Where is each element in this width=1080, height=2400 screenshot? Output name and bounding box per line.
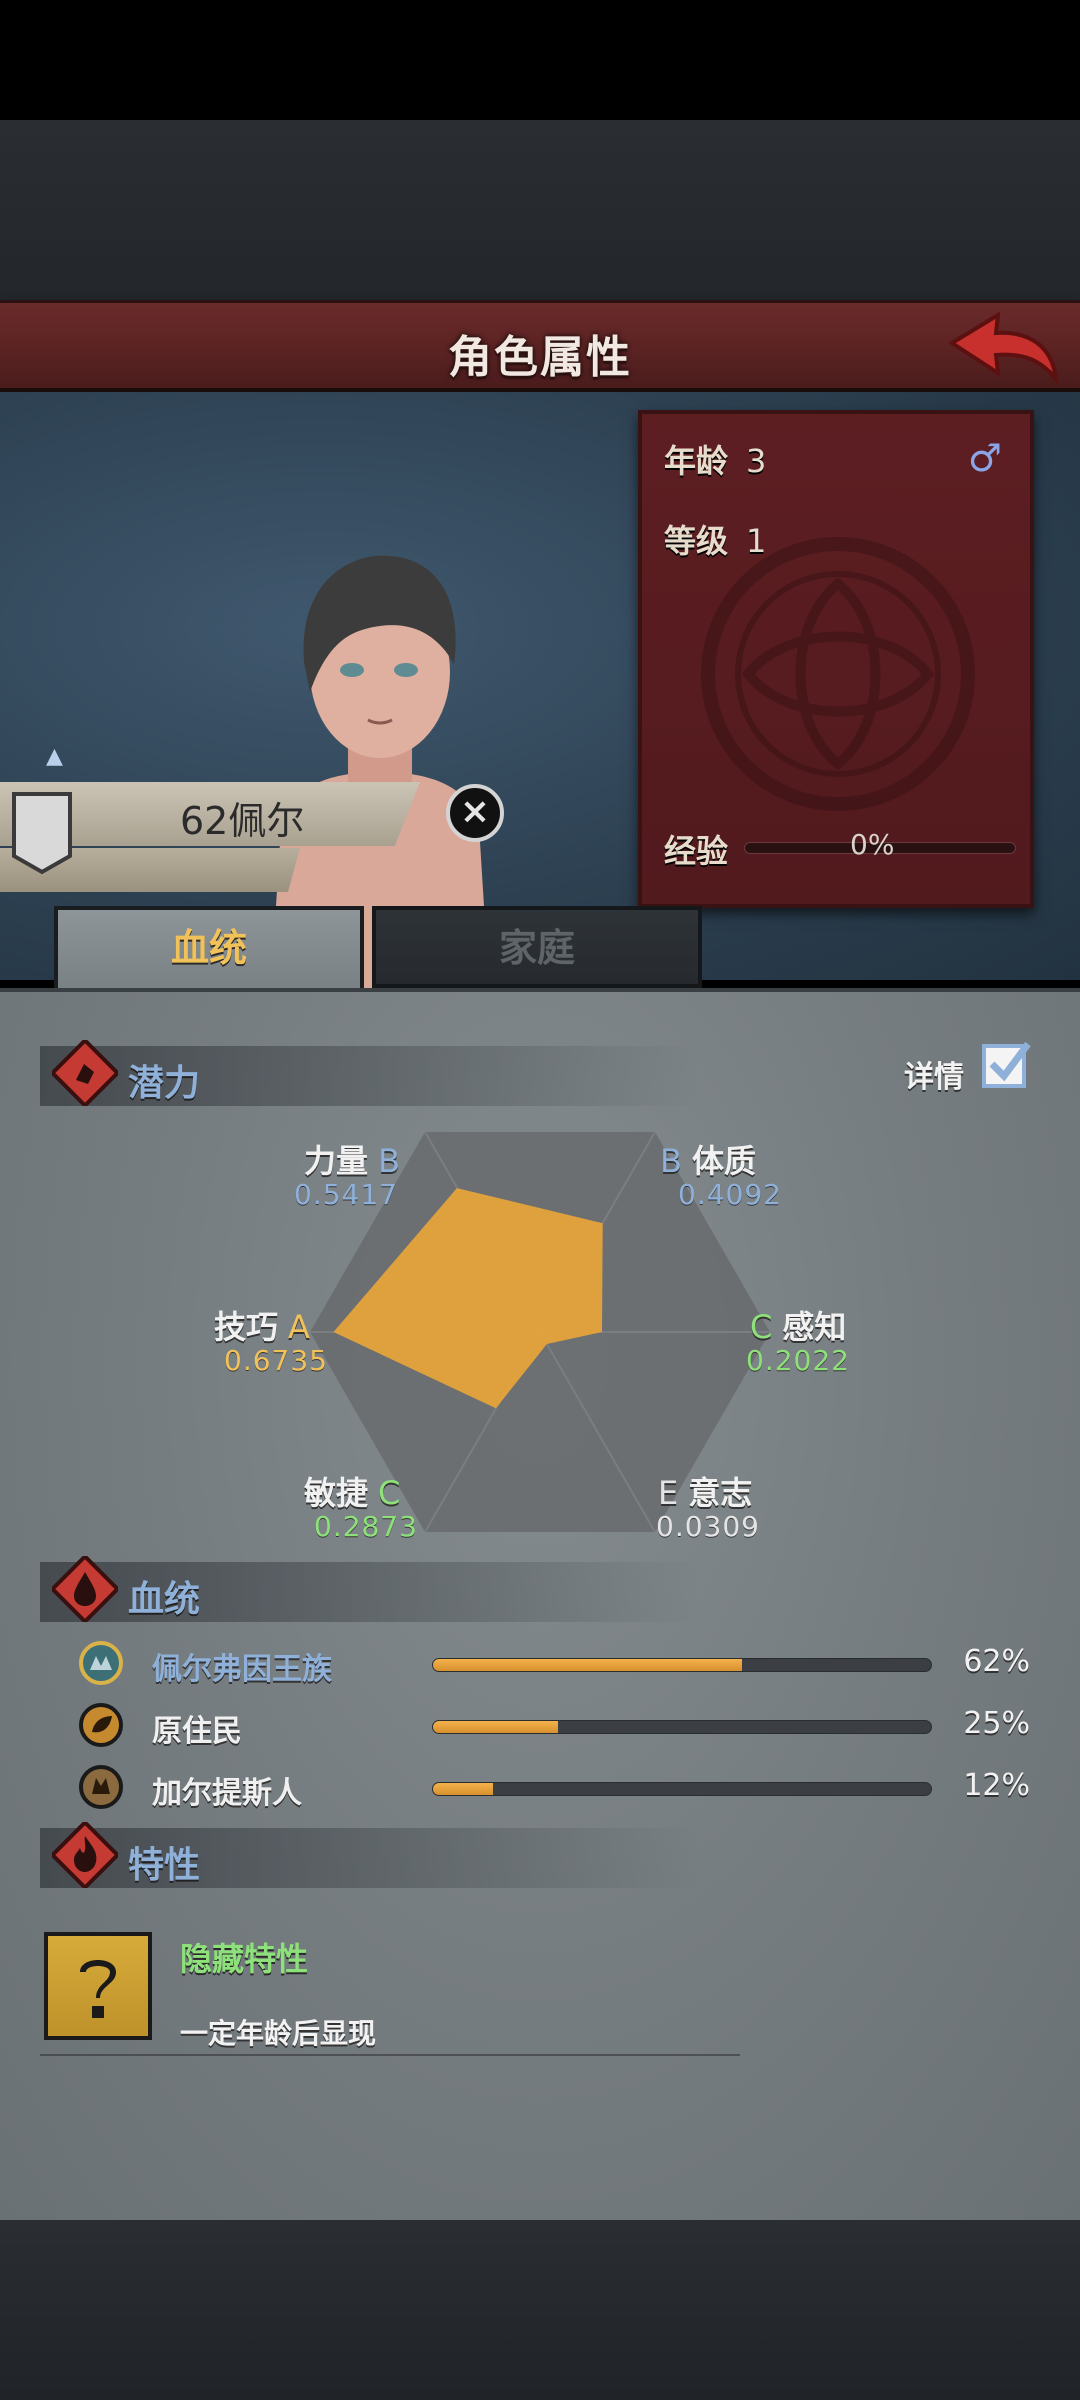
detail-checkbox[interactable] [980, 1038, 1032, 1090]
level-label: 等级 [664, 522, 729, 560]
bloodline-title: 血统 [128, 1579, 201, 1620]
stat-skill: 技巧 A [214, 1302, 320, 1348]
level-value: 1 [746, 522, 767, 560]
age-label: 年龄 [664, 442, 729, 480]
detail-label: 详情 [904, 1060, 964, 1095]
exp-value: 0% [850, 828, 895, 861]
stat-constitution-value: 0.4092 [678, 1178, 782, 1211]
stat-agility-value: 0.2873 [314, 1510, 418, 1543]
lineage-percent: 62% [963, 1644, 1030, 1679]
stat-agility-name: 敏捷 [304, 1474, 369, 1512]
stat-perception-name: 感知 [782, 1308, 847, 1346]
tab-family[interactable]: 家庭 [372, 906, 702, 988]
trait-name: 隐藏特性 [180, 1940, 309, 1978]
background-bottom [0, 2220, 1080, 2400]
leaf-lineage-icon [79, 1703, 123, 1747]
stat-will-value: 0.0309 [656, 1510, 760, 1543]
stat-will: E 意志 [648, 1468, 752, 1514]
stat-constitution-name: 体质 [691, 1142, 756, 1180]
stat-skill-name: 技巧 [214, 1308, 279, 1346]
blood-drop-icon [52, 1556, 118, 1622]
family-banner-icon [12, 792, 72, 875]
status-bar-area [0, 0, 1080, 120]
lineage-row: 佩尔弗因王族 62% [70, 1638, 1030, 1690]
beast-lineage-icon [79, 1765, 123, 1809]
stat-agility-grade: C [378, 1474, 401, 1512]
male-gender-icon: ♂ [967, 436, 1002, 480]
lineage-percent: 12% [963, 1768, 1030, 1803]
divider [40, 2054, 740, 2056]
stat-strength-grade: B [378, 1142, 400, 1180]
traits-header: 特性 [40, 1822, 700, 1888]
stat-perception-value: 0.2022 [746, 1344, 850, 1377]
stat-skill-grade: A [288, 1308, 310, 1346]
bloodline-header: 血统 [40, 1556, 700, 1622]
hidden-trait-icon[interactable] [44, 1932, 152, 2040]
trait-description: 一定年龄后显现 [180, 2017, 377, 2050]
lineage-bar-fill [433, 1721, 558, 1733]
crown-icon: ▲ [46, 744, 63, 769]
stat-will-name: 意志 [688, 1474, 753, 1512]
lineage-name: 加尔提斯人 [152, 1776, 302, 1811]
lineage-percent: 25% [963, 1706, 1030, 1741]
character-name: 62佩尔 [180, 799, 305, 843]
stat-perception: C 感知 [740, 1302, 846, 1348]
tab-bloodline[interactable]: 血统 [54, 906, 364, 988]
stat-will-grade: E [658, 1474, 679, 1512]
stat-strength-value: 0.5417 [294, 1178, 398, 1211]
stat-skill-value: 0.6735 [224, 1344, 328, 1377]
lineage-row: 原住民 25% [70, 1700, 1030, 1752]
celtic-knot-emblem [701, 537, 975, 811]
stat-agility: 敏捷 C [304, 1468, 410, 1514]
lineage-name: 佩尔弗因王族 [152, 1652, 332, 1687]
lineage-bar-fill [433, 1783, 493, 1795]
traits-title: 特性 [128, 1845, 201, 1886]
tab-strip: 血统 家庭 [0, 906, 1080, 988]
stat-constitution: B 体质 [650, 1136, 756, 1182]
flame-icon [52, 1822, 118, 1888]
stat-perception-grade: C [750, 1308, 773, 1346]
stat-strength-name: 力量 [304, 1142, 369, 1180]
potential-icon [52, 1040, 118, 1106]
bloodline-panel: 潜力 详情 力量 B 0.5417 B 体质 0.4092 C 感知 0.2022 E… [0, 988, 1080, 2220]
lineage-bar [432, 1720, 932, 1734]
stat-strength: 力量 B [304, 1136, 410, 1182]
lineage-bar [432, 1782, 932, 1796]
question-mark-icon [80, 1960, 116, 2018]
level-row: 等级 1 [664, 516, 766, 562]
potential-header: 潜力 [40, 1040, 700, 1106]
royal-lineage-icon [79, 1641, 123, 1685]
stat-constitution-grade: B [660, 1142, 682, 1180]
lineage-bar [432, 1658, 932, 1672]
background-top [0, 120, 1080, 300]
lineage-name: 原住民 [152, 1714, 242, 1749]
attributes-panel: 年龄 3 ♂ 等级 1 经验 0% [638, 410, 1034, 908]
age-value: 3 [746, 442, 767, 480]
title-bar: 角色属性 [0, 300, 1080, 392]
lineage-bar-fill [433, 1659, 742, 1671]
lineage-row: 加尔提斯人 12% [70, 1762, 1030, 1814]
page-title: 角色属性 [448, 332, 632, 383]
exp-label: 经验 [664, 832, 729, 870]
close-icon[interactable]: × [446, 784, 504, 842]
age-row: 年龄 3 [664, 436, 766, 482]
back-arrow-icon[interactable] [942, 309, 1062, 389]
character-hero: 年龄 3 ♂ 等级 1 经验 0% ▲ 62佩尔 × [0, 392, 1080, 1002]
potential-title: 潜力 [128, 1063, 201, 1104]
